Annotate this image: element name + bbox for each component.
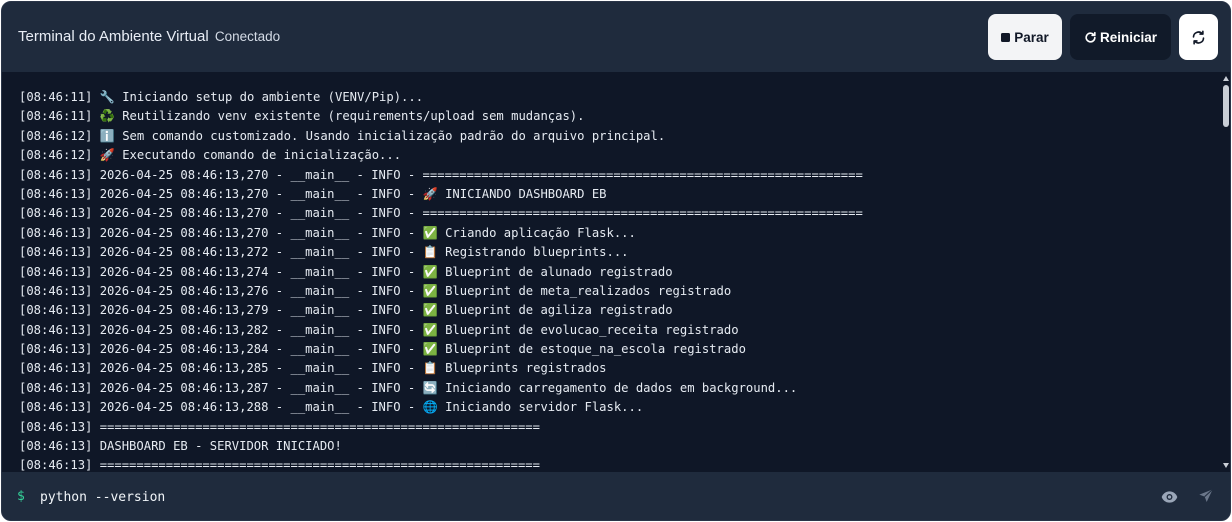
log-line: [08:46:13] 2026-04-25 08:46:13,270 - __m… <box>19 167 863 182</box>
log-line: [08:46:13] 2026-04-25 08:46:13,288 - __m… <box>19 400 644 415</box>
prompt-symbol: $ <box>17 489 25 504</box>
log-line: [08:46:12] 🚀 Executando comando de inici… <box>19 148 402 163</box>
log-line: [08:46:13] 2026-04-25 08:46:13,270 - __m… <box>19 206 863 221</box>
restart-icon <box>1084 31 1100 44</box>
scroll-up-arrow-icon[interactable] <box>1223 76 1229 81</box>
log-line: [08:46:13] =============================… <box>19 458 540 472</box>
stop-button[interactable]: Parar <box>988 14 1062 60</box>
restart-button-label: Reiniciar <box>1099 29 1158 45</box>
log-lines: [08:46:11] 🔧 Iniciando setup do ambiente… <box>19 88 863 472</box>
terminal-window: Terminal do Ambiente Virtual Conectado P… <box>1 1 1231 521</box>
eye-icon[interactable] <box>1161 489 1178 508</box>
send-icon[interactable] <box>1198 488 1214 508</box>
log-line: [08:46:13] 2026-04-25 08:46:13,272 - __m… <box>19 245 629 260</box>
stop-button-label: Parar <box>1014 29 1049 45</box>
command-input[interactable] <box>40 485 1140 509</box>
scrollbar-thumb[interactable] <box>1223 85 1229 127</box>
log-line: [08:46:13] 2026-04-25 08:46:13,274 - __m… <box>19 264 673 279</box>
sync-button[interactable] <box>1179 14 1218 60</box>
terminal-title: Terminal do Ambiente Virtual <box>18 28 209 45</box>
log-line: [08:46:13] 2026-04-25 08:46:13,276 - __m… <box>19 283 732 298</box>
log-line: [08:46:13] 2026-04-25 08:46:13,285 - __m… <box>19 361 607 376</box>
log-line: [08:46:11] ♻️ Reutilizando venv existent… <box>19 109 585 124</box>
log-line: [08:46:13] 2026-04-25 08:46:13,282 - __m… <box>19 322 739 337</box>
scroll-down-arrow-icon[interactable] <box>1223 463 1229 468</box>
terminal-header: Terminal do Ambiente Virtual Conectado P… <box>2 2 1230 72</box>
log-line: [08:46:11] 🔧 Iniciando setup do ambiente… <box>19 90 424 104</box>
log-line: [08:46:13] 2026-04-25 08:46:13,287 - __m… <box>19 380 798 395</box>
stop-square-icon <box>1001 32 1011 42</box>
log-line: [08:46:13] 2026-04-25 08:46:13,270 - __m… <box>19 225 636 240</box>
sync-icon <box>1191 29 1206 45</box>
terminal-output[interactable]: [08:46:11] 🔧 Iniciando setup do ambiente… <box>2 72 1230 472</box>
log-line: [08:46:12] ℹ️ Sem comando customizado. U… <box>19 128 666 143</box>
log-line: [08:46:13] 2026-04-25 08:46:13,284 - __m… <box>19 342 746 357</box>
page-title: Terminal do Ambiente Virtual Conectado <box>18 28 280 45</box>
restart-button[interactable]: Reiniciar <box>1070 14 1171 60</box>
connection-status: Conectado <box>214 29 281 44</box>
log-line: [08:46:13] 2026-04-25 08:46:13,279 - __m… <box>19 303 673 318</box>
log-line: [08:46:13] 2026-04-25 08:46:13,270 - __m… <box>19 186 607 201</box>
log-line: [08:46:13] DASHBOARD EB - SERVIDOR INICI… <box>19 439 342 454</box>
command-bar: $ <box>2 472 1230 520</box>
log-line: [08:46:13] =============================… <box>19 419 540 434</box>
scrollbar[interactable] <box>1220 72 1230 472</box>
